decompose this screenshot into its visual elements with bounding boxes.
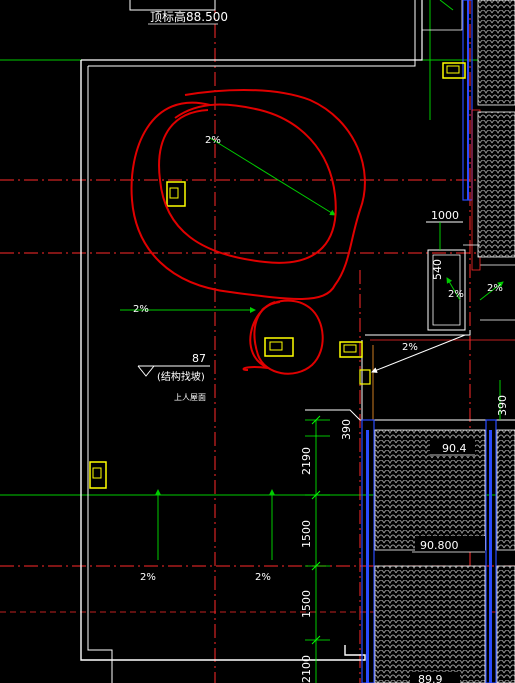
slope-label-f: 2% [487,283,503,294]
dim-540-label: 540 [431,259,444,280]
level-90-4-label: 90.4 [442,442,467,455]
level-87-label: 87 [192,352,206,365]
top-height-label: 顶标高88.500 [150,9,228,24]
slope-label-e: 2% [448,289,464,300]
slope-label-a: 2% [205,135,221,146]
level-90-800-label: 90.800 [420,539,459,552]
tiled-roof-areas [374,0,515,683]
dim-1500-a-label: 1500 [300,520,313,548]
dim-1500-b-label: 1500 [300,590,313,618]
level-89-9-label: 89.9 [418,673,443,683]
annotation-loop-small [242,299,324,375]
roof-note-label: 上人屋面 [174,393,206,402]
slope-label-d: 2% [255,572,271,583]
slope-label-c: 2% [140,572,156,583]
drain-top-right [442,62,466,79]
drain-lower-left [89,461,107,489]
drain-center-circled [264,337,294,357]
drain-right-mid [339,341,363,358]
cad-roof-plan: 顶标高88.500 2% 2% 2% 2% 2% 2% 2% 87 (结构找坡)… [0,0,515,683]
dim-1000-label: 1000 [431,209,459,222]
dim-2100-label: 2100 [300,655,313,683]
dim-390-left-label: 390 [340,419,353,440]
dim-390-right-label: 390 [496,395,509,416]
drain-upper-left [166,181,186,207]
structure-slope-label: (结构找坡) [157,370,205,383]
slope-label-g: 2% [402,342,418,353]
slope-label-b: 2% [133,304,149,315]
roof-drains [89,62,466,489]
dim-2190-label: 2190 [300,447,313,475]
annotation-circles [130,89,366,375]
